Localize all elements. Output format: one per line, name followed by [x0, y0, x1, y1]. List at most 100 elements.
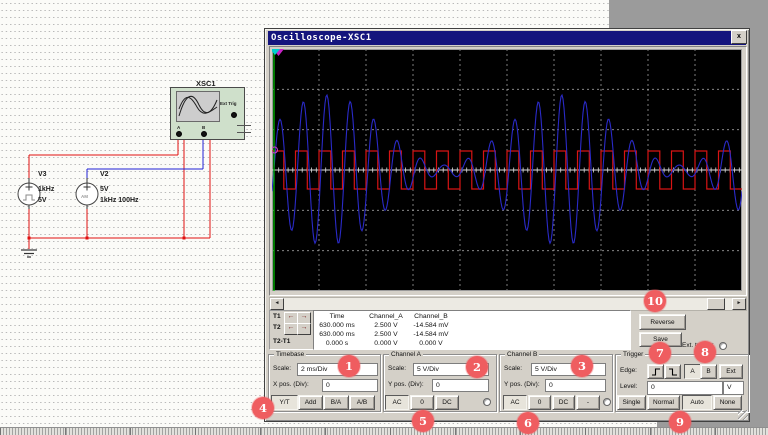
t1-time: 630.000 ms	[316, 321, 358, 330]
t2-channel-a: 2.500 V	[366, 330, 406, 339]
channel-a-zero-button[interactable]: 0	[410, 395, 434, 410]
channel-b-radio[interactable]	[603, 398, 611, 406]
readings-box: Time 630.000 ms 630.000 ms 0.000 s Chann…	[313, 310, 631, 350]
channel-a-scale-label: Scale:	[388, 365, 406, 372]
ext-trig-terminal[interactable]	[231, 112, 237, 118]
circuit-wires	[0, 0, 264, 300]
channel-b-dc-button[interactable]: DC	[552, 395, 575, 410]
rising-edge-button[interactable]	[647, 364, 664, 379]
scope-icon-screen	[176, 91, 220, 122]
multisim-workspace: AM V3 1kHz 5V V2 5V 1kHz 100Hz XSC1 Ext …	[0, 0, 768, 435]
v3-refdes: V3	[38, 171, 47, 178]
add-button[interactable]: Add	[298, 395, 323, 410]
bottom-ruler	[0, 427, 768, 435]
trigger-level-input[interactable]: 0	[647, 381, 723, 395]
oscilloscope-window: Oscilloscope-XSC1 x ◄ ► T1 ← → T2 ← → T2…	[264, 28, 750, 422]
terminal-a-label: A	[177, 125, 180, 130]
dt-time: 0.000 s	[316, 339, 358, 348]
channel-a-scale-input[interactable]: 5 V/Div	[413, 363, 489, 376]
channel-b-scale-input[interactable]: 5 V/Div	[531, 363, 606, 376]
falling-edge-button[interactable]	[664, 364, 681, 379]
channel-a-header: Channel_A	[366, 312, 406, 321]
oscilloscope-component[interactable]: Ext Trig A B	[170, 87, 245, 140]
terminal-b-label: B	[202, 125, 205, 130]
v3-freq: 1kHz	[38, 186, 54, 193]
window-resize-grip[interactable]	[738, 410, 748, 420]
trigger-edge-label: Edge:	[620, 367, 637, 374]
channel-b-zero-button[interactable]: 0	[528, 395, 551, 410]
v3-amplitude: 5V	[38, 197, 47, 204]
channel-a-title: Channel A	[389, 351, 423, 358]
t1-label: T1	[273, 313, 281, 320]
scrollbar-thumb[interactable]	[707, 298, 725, 310]
ext-trigger-label: Ext. trigger	[682, 342, 713, 349]
offsheet-top-right	[609, 0, 768, 28]
v2-am-glyph: AM	[81, 194, 88, 199]
trigger-normal-button[interactable]: Normal	[647, 395, 680, 410]
channel-b-ac-button[interactable]: AC	[503, 395, 527, 410]
channel-b-minus-button[interactable]: -	[576, 395, 600, 410]
rising-edge-icon	[651, 367, 661, 377]
trigger-level-unit[interactable]: V	[723, 381, 744, 395]
timebase-title: Timebase	[274, 351, 306, 358]
channel-a-ac-button[interactable]: AC	[385, 395, 409, 410]
display-scrollbar[interactable]: ◄ ►	[269, 297, 747, 311]
scroll-left-icon[interactable]: ◄	[270, 298, 284, 310]
timebase-scale-input[interactable]: 2 ms/Div	[297, 363, 378, 376]
close-icon[interactable]: x	[731, 30, 747, 44]
channel-b-ypos-input[interactable]: 0	[545, 379, 606, 392]
channel-a-group: Channel A Scale: 5 V/Div Y pos. (Div): 0…	[383, 354, 497, 412]
ext-trig-pin-top	[237, 125, 251, 126]
t2-left-button[interactable]: ←	[284, 323, 298, 335]
cursor-control-box: T1 ← → T2 ← → T2-T1	[269, 310, 314, 350]
trigger-group: Trigger Edge: A B Ext Level: 0 V Single …	[615, 354, 749, 412]
falling-edge-icon	[668, 367, 678, 377]
trigger-auto-button[interactable]: Auto	[682, 395, 712, 410]
t2-t1-label: T2-T1	[273, 338, 290, 345]
trigger-title: Trigger	[621, 351, 645, 358]
channel-b-header: Channel_B	[408, 312, 454, 321]
ab-button[interactable]: A/B	[349, 395, 375, 410]
trigger-source-b-button[interactable]: B	[700, 364, 717, 379]
dt-channel-a: 0.000 V	[366, 339, 406, 348]
t1-channel-b: -14.584 mV	[408, 321, 454, 330]
channel-b-scale-label: Scale:	[504, 365, 522, 372]
trigger-level-label: Level:	[620, 383, 637, 390]
offsheet-right-strip	[750, 0, 768, 435]
terminal-a-dot[interactable]	[176, 131, 182, 137]
save-button[interactable]: Save	[639, 332, 682, 347]
timebase-xpos-input[interactable]: 0	[322, 379, 378, 392]
channel-a-dc-button[interactable]: DC	[435, 395, 459, 410]
reverse-button[interactable]: Reverse	[639, 314, 686, 330]
channel-a-ypos-label: Y pos. (Div):	[388, 381, 424, 388]
channel-b-column: Channel_B -14.584 mV -14.584 mV 0.000 V	[408, 312, 454, 348]
ba-button[interactable]: B/A	[323, 395, 349, 410]
scroll-right-icon[interactable]: ►	[732, 298, 746, 310]
v2-amplitude: 5V	[100, 186, 109, 193]
trigger-source-ext-button[interactable]: Ext	[719, 364, 743, 379]
ext-trig-label: Ext Trig	[220, 101, 237, 106]
channel-b-title: Channel B	[505, 351, 539, 358]
yt-button[interactable]: Y/T	[271, 395, 298, 410]
trigger-source-a-button[interactable]: A	[684, 364, 701, 379]
ext-trig-pin-bottom	[237, 132, 251, 133]
t2-channel-b: -14.584 mV	[408, 330, 454, 339]
time-header: Time	[316, 312, 358, 321]
channel-a-ypos-input[interactable]: 0	[432, 379, 489, 392]
t2-right-button[interactable]: →	[297, 323, 311, 335]
scope-display[interactable]	[272, 49, 742, 291]
terminal-b-dot[interactable]	[201, 131, 207, 137]
v2-freq: 1kHz 100Hz	[100, 197, 139, 204]
t2-time: 630.000 ms	[316, 330, 358, 339]
time-column: Time 630.000 ms 630.000 ms 0.000 s	[316, 312, 358, 348]
trigger-none-button[interactable]: None	[713, 395, 742, 410]
trigger-single-button[interactable]: Single	[617, 395, 646, 410]
window-titlebar[interactable]: Oscilloscope-XSC1	[268, 31, 746, 45]
channel-a-radio[interactable]	[483, 398, 491, 406]
timebase-group: Timebase Scale: 2 ms/Div X pos. (Div): 0…	[268, 354, 381, 412]
timebase-scale-label: Scale:	[273, 365, 291, 372]
ext-trigger-radio[interactable]	[719, 342, 727, 350]
channel-b-ypos-label: Y pos. (Div):	[504, 381, 540, 388]
timebase-xpos-label: X pos. (Div):	[273, 381, 309, 388]
dt-channel-b: 0.000 V	[408, 339, 454, 348]
